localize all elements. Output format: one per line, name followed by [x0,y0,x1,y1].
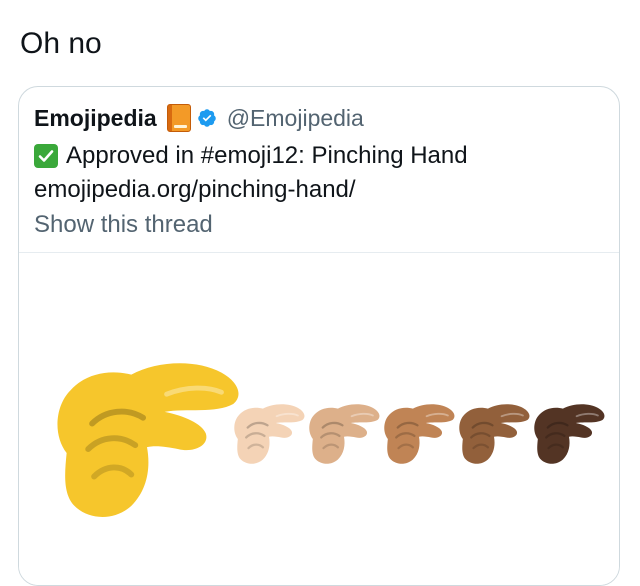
show-thread-link[interactable]: Show this thread [34,210,213,240]
emojipedia-link[interactable]: emojipedia.org/pinching-hand/ [34,175,356,205]
verified-icon [197,109,216,127]
check-icon [34,144,58,168]
pinching-hand-medium [383,403,456,465]
pinching-hand-default [57,363,238,517]
media-image[interactable] [19,253,619,585]
quoted-tweet-card[interactable]: Emojipedia @Emojipedia Approved in #emoj… [18,86,620,586]
quoted-tweet-header: Emojipedia @Emojipedia [34,104,364,132]
pinching-hand-medium-dark [458,403,531,465]
author-handle[interactable]: @Emojipedia [227,104,364,132]
author-name[interactable]: Emojipedia [34,104,157,132]
book-icon [166,104,191,132]
approval-text: Approved in #emoji12: Pinching Hand [66,142,468,169]
tweet-text: Oh no [20,27,102,60]
pinching-hand-light [233,403,306,465]
pinching-hand-dark [533,403,606,465]
pinching-hand-medium-light [308,403,381,465]
pinching-hand-illustration [19,253,606,553]
quoted-tweet-line1: Approved in #emoji12: Pinching Hand [34,141,468,171]
